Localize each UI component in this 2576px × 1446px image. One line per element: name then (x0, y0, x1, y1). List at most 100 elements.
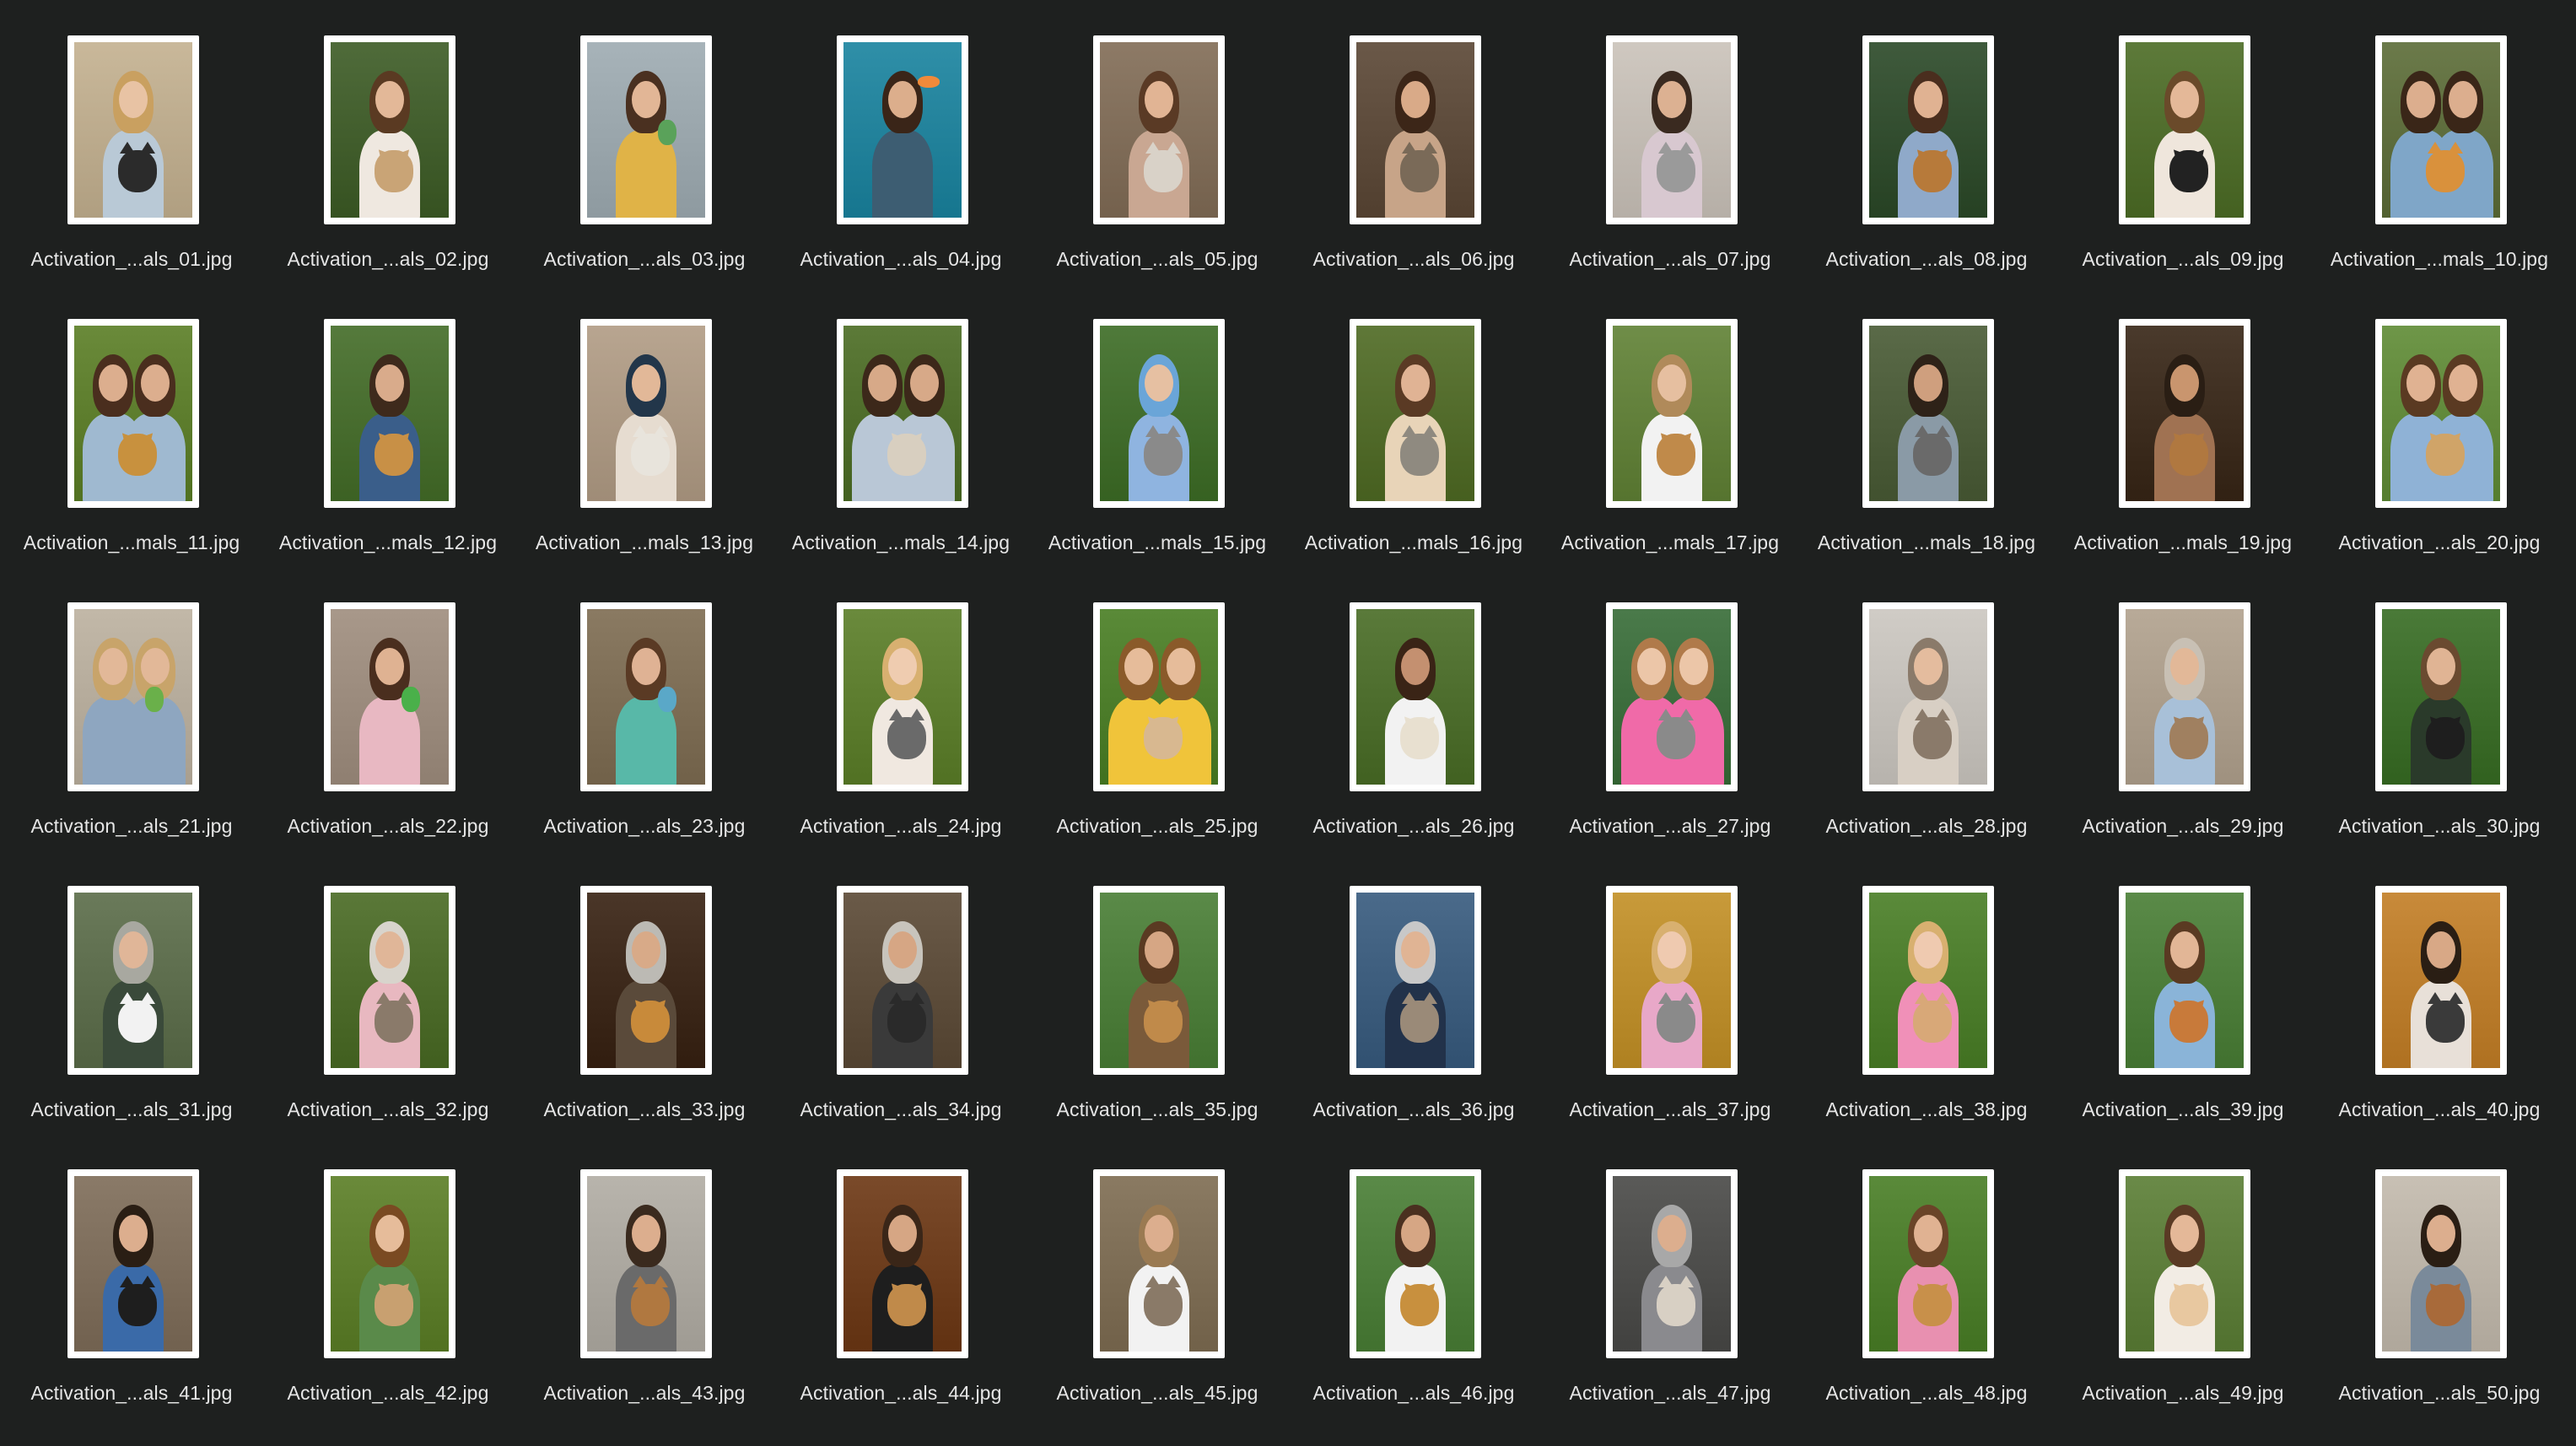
file-item[interactable]: Activation_...als_02.jpg (261, 0, 515, 283)
file-thumbnail[interactable] (1862, 602, 1994, 791)
file-item[interactable]: Activation_...als_37.jpg (1544, 850, 1797, 1134)
file-item[interactable]: Activation_...als_06.jpg (1287, 0, 1540, 283)
file-item[interactable]: Activation_...als_32.jpg (261, 850, 515, 1134)
file-thumbnail[interactable] (2119, 1169, 2250, 1358)
file-thumbnail[interactable] (2375, 602, 2507, 791)
file-item[interactable]: Activation_...mals_18.jpg (1800, 283, 2053, 567)
file-thumbnail[interactable] (1350, 319, 1481, 508)
file-item[interactable]: Activation_...als_22.jpg (261, 567, 515, 850)
file-item[interactable]: Activation_...als_44.jpg (774, 1134, 1027, 1417)
file-thumbnail[interactable] (324, 886, 455, 1075)
file-item[interactable]: Activation_...als_30.jpg (2313, 567, 2566, 850)
file-item[interactable]: Activation_...als_35.jpg (1031, 850, 1284, 1134)
file-item[interactable]: Activation_...als_28.jpg (1800, 567, 2053, 850)
file-thumbnail[interactable] (1093, 886, 1225, 1075)
file-thumbnail[interactable] (837, 886, 968, 1075)
file-thumbnail[interactable] (1862, 35, 1994, 224)
file-thumbnail[interactable] (1350, 1169, 1481, 1358)
file-thumbnail[interactable] (580, 35, 712, 224)
file-item[interactable]: Activation_...als_26.jpg (1287, 567, 1540, 850)
file-item[interactable]: Activation_...als_08.jpg (1800, 0, 2053, 283)
file-thumbnail[interactable] (1093, 35, 1225, 224)
file-item[interactable]: Activation_...mals_10.jpg (2313, 0, 2566, 283)
file-thumbnail[interactable] (2119, 602, 2250, 791)
file-item[interactable]: Activation_...als_48.jpg (1800, 1134, 2053, 1417)
file-item[interactable]: Activation_...als_04.jpg (774, 0, 1027, 283)
file-item[interactable]: Activation_...als_09.jpg (2056, 0, 2309, 283)
file-item[interactable]: Activation_...als_23.jpg (518, 567, 771, 850)
file-thumbnail[interactable] (1606, 35, 1738, 224)
file-item[interactable]: Activation_...als_05.jpg (1031, 0, 1284, 283)
file-thumbnail[interactable] (1862, 886, 1994, 1075)
file-thumbnail[interactable] (2375, 319, 2507, 508)
file-thumbnail[interactable] (1606, 886, 1738, 1075)
file-item[interactable]: Activation_...mals_13.jpg (518, 283, 771, 567)
file-thumbnail[interactable] (324, 319, 455, 508)
file-thumbnail[interactable] (2375, 886, 2507, 1075)
file-thumbnail[interactable] (67, 1169, 199, 1358)
file-item[interactable]: Activation_...als_31.jpg (5, 850, 258, 1134)
file-item[interactable]: Activation_...als_38.jpg (1800, 850, 2053, 1134)
file-item[interactable]: Activation_...mals_16.jpg (1287, 283, 1540, 567)
file-item[interactable]: Activation_...als_43.jpg (518, 1134, 771, 1417)
file-thumbnail[interactable] (67, 319, 199, 508)
file-item[interactable]: Activation_...als_46.jpg (1287, 1134, 1540, 1417)
file-item[interactable]: Activation_...als_25.jpg (1031, 567, 1284, 850)
file-thumbnail[interactable] (1350, 886, 1481, 1075)
file-thumbnail[interactable] (1606, 319, 1738, 508)
file-item[interactable]: Activation_...als_21.jpg (5, 567, 258, 850)
file-thumbnail[interactable] (324, 35, 455, 224)
file-thumbnail[interactable] (837, 319, 968, 508)
file-item[interactable]: Activation_...als_50.jpg (2313, 1134, 2566, 1417)
file-item[interactable]: Activation_...mals_12.jpg (261, 283, 515, 567)
file-thumbnail[interactable] (1606, 1169, 1738, 1358)
file-item[interactable]: Activation_...als_45.jpg (1031, 1134, 1284, 1417)
file-thumbnail[interactable] (837, 1169, 968, 1358)
file-item[interactable]: Activation_...als_40.jpg (2313, 850, 2566, 1134)
file-item[interactable]: Activation_...mals_15.jpg (1031, 283, 1284, 567)
file-item[interactable]: Activation_...als_01.jpg (5, 0, 258, 283)
file-item[interactable]: Activation_...als_27.jpg (1544, 567, 1797, 850)
file-item[interactable]: Activation_...mals_11.jpg (5, 283, 258, 567)
file-thumbnail[interactable] (1093, 602, 1225, 791)
file-item[interactable]: Activation_...als_34.jpg (774, 850, 1027, 1134)
file-thumbnail[interactable] (67, 602, 199, 791)
file-thumbnail[interactable] (2375, 1169, 2507, 1358)
file-thumbnail[interactable] (580, 1169, 712, 1358)
file-item[interactable]: Activation_...als_49.jpg (2056, 1134, 2309, 1417)
file-thumbnail[interactable] (1093, 319, 1225, 508)
file-thumbnail[interactable] (580, 319, 712, 508)
file-item[interactable]: Activation_...als_36.jpg (1287, 850, 1540, 1134)
file-thumbnail[interactable] (2375, 35, 2507, 224)
file-thumbnail[interactable] (67, 886, 199, 1075)
file-thumbnail[interactable] (2119, 35, 2250, 224)
file-thumbnail[interactable] (2119, 319, 2250, 508)
file-item[interactable]: Activation_...als_24.jpg (774, 567, 1027, 850)
file-thumbnail[interactable] (1093, 1169, 1225, 1358)
file-item[interactable]: Activation_...mals_14.jpg (774, 283, 1027, 567)
file-thumbnail[interactable] (580, 886, 712, 1075)
file-thumbnail[interactable] (837, 602, 968, 791)
file-item[interactable]: Activation_...als_47.jpg (1544, 1134, 1797, 1417)
file-item[interactable]: Activation_...als_41.jpg (5, 1134, 258, 1417)
file-thumbnail[interactable] (1862, 1169, 1994, 1358)
file-item[interactable]: Activation_...als_03.jpg (518, 0, 771, 283)
file-item[interactable]: Activation_...als_39.jpg (2056, 850, 2309, 1134)
file-thumbnail[interactable] (2119, 886, 2250, 1075)
file-item[interactable]: Activation_...als_20.jpg (2313, 283, 2566, 567)
file-item[interactable]: Activation_...als_07.jpg (1544, 0, 1797, 283)
file-thumbnail[interactable] (1350, 35, 1481, 224)
file-item[interactable]: Activation_...als_33.jpg (518, 850, 771, 1134)
file-thumbnail[interactable] (67, 35, 199, 224)
file-item[interactable]: Activation_...als_29.jpg (2056, 567, 2309, 850)
file-item[interactable]: Activation_...als_42.jpg (261, 1134, 515, 1417)
file-thumbnail[interactable] (580, 602, 712, 791)
file-thumbnail[interactable] (1862, 319, 1994, 508)
file-thumbnail[interactable] (324, 602, 455, 791)
file-thumbnail[interactable] (1606, 602, 1738, 791)
file-thumbnail[interactable] (1350, 602, 1481, 791)
file-thumbnail[interactable] (837, 35, 968, 224)
file-item[interactable]: Activation_...mals_17.jpg (1544, 283, 1797, 567)
file-thumbnail[interactable] (324, 1169, 455, 1358)
file-item[interactable]: Activation_...mals_19.jpg (2056, 283, 2309, 567)
